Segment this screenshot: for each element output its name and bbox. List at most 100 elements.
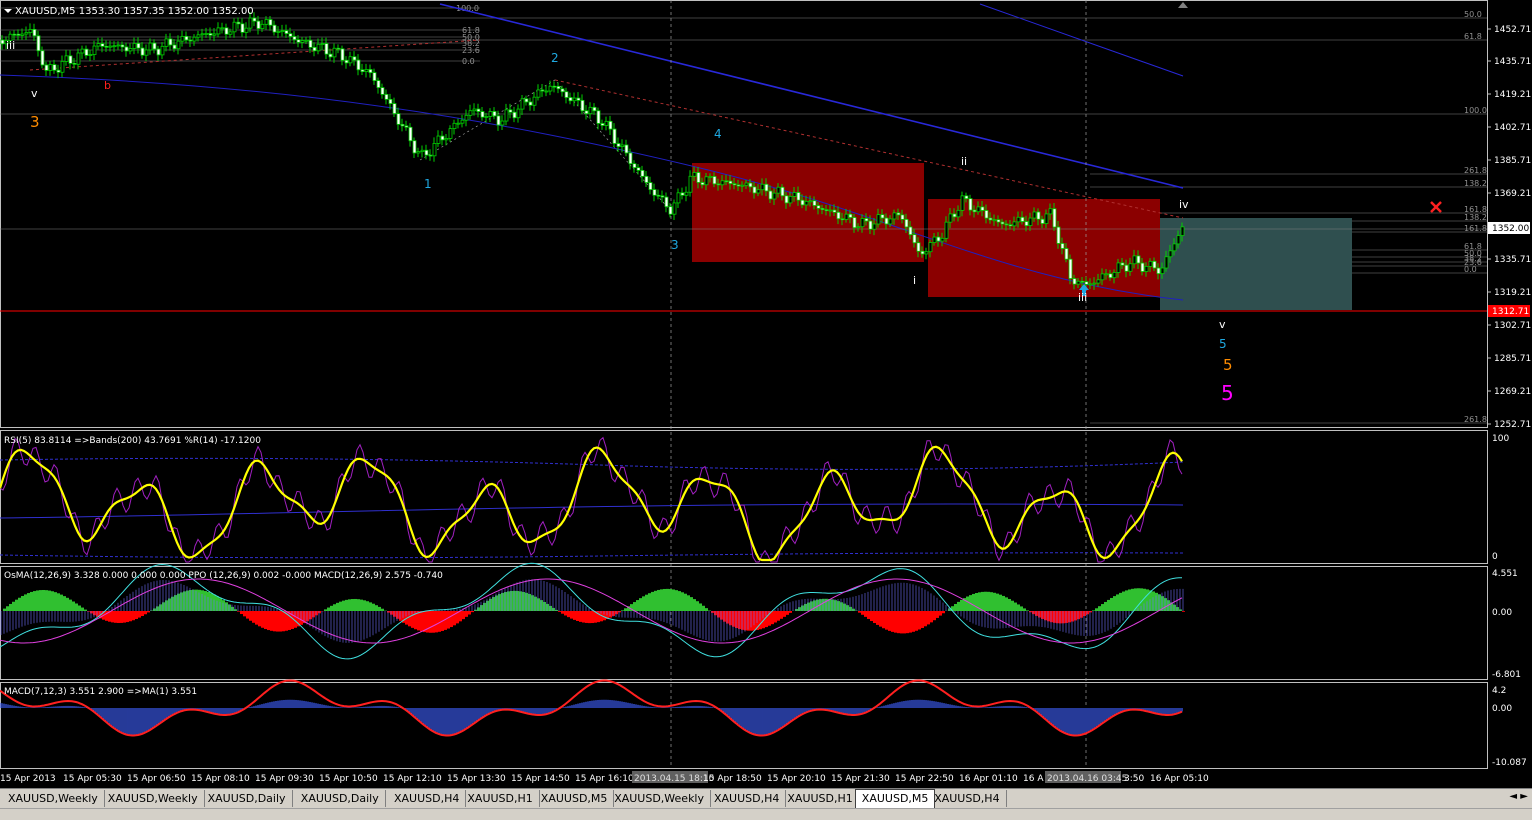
scroll-right-icon[interactable]: ► (1520, 791, 1528, 802)
tab-scroll-arrows[interactable]: ◄ ► (1509, 791, 1528, 802)
osma-bar (927, 611, 930, 624)
chart-tab[interactable]: XAUUSD,Daily (295, 790, 386, 807)
osma-bar (483, 603, 486, 611)
osma-bar (975, 593, 978, 611)
candle-body (85, 49, 88, 55)
candle-body (477, 109, 480, 111)
osma-bar (972, 594, 975, 611)
osma-bar (117, 611, 120, 623)
wave-label: 5 (1221, 381, 1234, 405)
osma-bar (480, 605, 483, 611)
osma-bar (1074, 611, 1077, 620)
osma-bar (222, 600, 225, 611)
osma-bar (561, 611, 564, 614)
candle-body (205, 33, 208, 34)
chart-tab[interactable]: XAUUSD,H4 (928, 790, 1006, 807)
osma-bar (1095, 608, 1098, 611)
osma-bar (576, 611, 579, 621)
chart-tab[interactable]: XAUUSD,M5 (535, 790, 615, 807)
rsi-axis-max: 100 (1492, 434, 1509, 444)
price-label: 1435.71 (1494, 57, 1531, 67)
fib-level-label: 61.8 (1464, 32, 1482, 41)
candle-body (1153, 261, 1156, 268)
candle-body (1149, 261, 1152, 266)
candle-body (193, 37, 196, 41)
candle-body (1081, 281, 1084, 282)
osma-bar (264, 611, 267, 629)
chart-tab[interactable]: XAUUSD,H4 (708, 790, 786, 807)
candle-body (717, 184, 720, 185)
osma-bar (759, 611, 762, 629)
osma-bar (528, 594, 531, 611)
candle-body (21, 34, 24, 35)
osma-bar (267, 611, 270, 630)
candle-body (101, 44, 104, 47)
scroll-left-icon[interactable]: ◄ (1509, 791, 1517, 802)
candle-body (397, 114, 400, 125)
osma-bar (462, 611, 465, 619)
candle-body (553, 86, 556, 87)
candle-body (289, 34, 292, 37)
time-label: 15 Apr 22:50 (895, 774, 954, 784)
candle-body (697, 172, 700, 182)
wave-label: 5 (1219, 337, 1227, 351)
osma-bar (735, 611, 738, 628)
osma-bar (987, 592, 990, 611)
chart-window[interactable]: 100.061.850.038.223.60.0 50.061.8100.026… (0, 0, 1532, 788)
candle-body (933, 237, 936, 242)
time-label: 3:50 (1124, 774, 1144, 784)
candle-body (173, 45, 176, 49)
osma-bar (27, 593, 30, 611)
osma-bar (1050, 611, 1053, 622)
osma-bar (84, 610, 87, 611)
osma-bar (312, 611, 315, 617)
chart-tab[interactable]: XAUUSD,H4 (388, 790, 466, 807)
time-label: 15 Apr 20:10 (767, 774, 826, 784)
candle-body (1013, 222, 1016, 226)
osma-bar (864, 611, 867, 617)
candle-body (1181, 227, 1184, 236)
candle-body (517, 109, 520, 118)
chart-tab[interactable]: XAUUSD,Daily (202, 790, 293, 807)
osma-bar (57, 593, 60, 611)
osma-bar (477, 607, 480, 611)
osma-bar (531, 595, 534, 611)
red-line-price-tag: 1312.71 (1492, 307, 1529, 317)
candle-body (333, 48, 336, 57)
candle-body (297, 40, 300, 43)
osma-bar (726, 611, 729, 624)
candle-body (745, 183, 748, 185)
candle-body (845, 214, 848, 219)
current-price-tag: 1352.00 (1492, 224, 1529, 234)
candle-body (729, 181, 732, 184)
candle-body (497, 116, 500, 125)
candle-body (721, 181, 724, 185)
osma-bar (216, 596, 219, 611)
candle-body (633, 164, 636, 168)
chart-tab[interactable]: XAUUSD,Weekly (2, 790, 105, 807)
candle-body (597, 111, 600, 124)
price-label: 1335.71 (1494, 255, 1531, 265)
candle-body (261, 24, 264, 28)
candle-body (221, 28, 224, 29)
osma-bar (813, 600, 816, 611)
chart-tab[interactable]: XAUUSD,H1 (781, 790, 859, 807)
candle-body (241, 24, 244, 33)
chart-tab[interactable]: XAUUSD,Weekly (102, 790, 205, 807)
candle-body (1165, 257, 1168, 268)
chart-tab[interactable]: XAUUSD,H1 (461, 790, 539, 807)
candle-body (901, 215, 904, 220)
candle-body (145, 50, 148, 55)
chart-tab[interactable]: XAUUSD,Weekly (608, 790, 711, 807)
osma-bar (135, 611, 138, 619)
status-bar (0, 808, 1532, 820)
candle-body (465, 115, 468, 120)
fib-level-label: 50.0 (1464, 10, 1482, 19)
osma-bar (471, 611, 474, 612)
candle-body (677, 193, 680, 203)
osma-bar (822, 599, 825, 611)
osma-bar (237, 611, 240, 612)
osma-bar (846, 605, 849, 611)
candle-body (421, 150, 424, 151)
chart-tab[interactable]: XAUUSD,M5 (855, 789, 936, 809)
